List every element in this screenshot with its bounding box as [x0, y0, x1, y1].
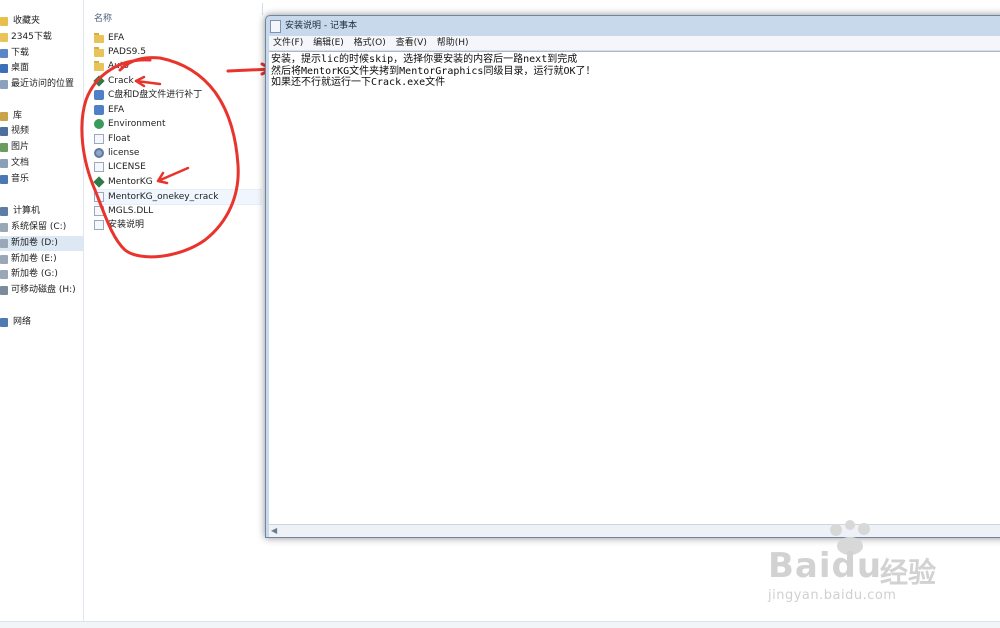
file-row[interactable]: PADS9.5 [94, 45, 262, 59]
folder-icon [0, 33, 8, 42]
navigation-pane: 收藏夹 2345下载 下载 桌面 最近访问的位置 库 视频 图片 文档 音乐 计… [0, 0, 84, 627]
file-row[interactable]: Crack [93, 74, 262, 88]
file-row[interactable]: MentorKG [93, 175, 262, 189]
file-list: 名称 EFA PADS9.5 Auto Crack C盘和D盘文件进行补丁 EF… [84, 0, 264, 627]
menu-edit[interactable]: 编辑(E) [313, 36, 344, 50]
baidu-watermark: Baidu 经验 jingyan.baidu.com [760, 520, 990, 610]
file-row[interactable]: license [94, 146, 262, 160]
nav-item-music[interactable]: 音乐 [0, 172, 83, 187]
folder-icon [94, 32, 104, 43]
nav-computer[interactable]: 计算机 [0, 204, 83, 219]
menu-format[interactable]: 格式(O) [354, 36, 386, 50]
drive-icon [0, 223, 8, 232]
window-title: 安装说明 - 记事本 [285, 21, 357, 31]
text-line: 然后将MentorKG文件夹拷到MentorGraphics同级目录，运行就OK… [271, 65, 596, 77]
menu-help[interactable]: 帮助(H) [437, 36, 469, 50]
file-row[interactable]: MGLS.DLL [94, 204, 262, 218]
document-icon [94, 206, 104, 216]
notepad-menu-bar: 文件(F) 编辑(E) 格式(O) 查看(V) 帮助(H) [269, 36, 1000, 51]
nav-libraries[interactable]: 库 [0, 109, 83, 124]
document-library-icon [0, 159, 8, 168]
folder-icon [94, 46, 104, 57]
text-line: 如果还不行就运行一下Crack.exe文件 [271, 77, 446, 88]
picture-icon [0, 143, 8, 152]
download-icon [0, 49, 8, 58]
nav-item-2345-downloads[interactable]: 2345下载 [0, 30, 83, 45]
drive-icon [0, 239, 8, 248]
notepad-icon [270, 19, 281, 33]
menu-file[interactable]: 文件(F) [273, 36, 303, 50]
nav-item-downloads[interactable]: 下载 [0, 46, 83, 61]
network-icon [0, 318, 8, 327]
nav-item-desktop[interactable]: 桌面 [0, 61, 83, 76]
watermark-brand: Baidu [768, 546, 883, 586]
watermark-url: jingyan.baidu.com [768, 588, 897, 603]
file-row[interactable]: Float [94, 132, 262, 146]
computer-icon [0, 207, 8, 216]
nav-favorites[interactable]: 收藏夹 [0, 14, 83, 29]
nav-item-drive-c[interactable]: 系统保留 (C:) [0, 220, 83, 235]
nav-item-pictures[interactable]: 图片 [0, 140, 83, 155]
file-row[interactable]: MentorKG_onekey_crack [94, 189, 262, 205]
usb-drive-icon [0, 286, 8, 295]
file-row[interactable]: LICENSE [94, 160, 262, 174]
document-icon [94, 134, 104, 144]
nav-item-drive-d[interactable]: 新加卷 (D:) [0, 236, 83, 251]
file-row[interactable]: EFA [94, 103, 262, 117]
column-header-name[interactable]: 名称 [94, 11, 112, 24]
nav-item-drive-g[interactable]: 新加卷 (G:) [0, 267, 83, 282]
notepad-window: 安装说明 - 记事本 文件(F) 编辑(E) 格式(O) 查看(V) 帮助(H)… [265, 15, 1000, 538]
star-icon [0, 17, 8, 26]
nav-item-drive-e[interactable]: 新加卷 (E:) [0, 252, 83, 267]
file-row[interactable]: 安装说明 [94, 218, 262, 232]
drive-icon [0, 270, 8, 279]
drive-icon [0, 255, 8, 264]
nav-network[interactable]: 网络 [0, 315, 83, 330]
notepad-title-bar[interactable]: 安装说明 - 记事本 [270, 17, 357, 35]
watermark-cn: 经验 [880, 556, 937, 589]
script-icon [94, 90, 104, 100]
document-icon [94, 220, 104, 230]
nav-item-videos[interactable]: 视频 [0, 124, 83, 139]
app-icon [94, 119, 104, 129]
app-icon [94, 105, 104, 115]
file-row[interactable]: EFA [94, 31, 262, 45]
text-line: 安装，提示lic的时候skip，选择你要安装的内容后一路next到完成 [271, 54, 578, 65]
settings-icon [94, 148, 104, 158]
file-row[interactable]: C盘和D盘文件进行补丁 [94, 88, 262, 102]
nav-item-documents[interactable]: 文档 [0, 156, 83, 171]
column-separator[interactable] [262, 3, 263, 15]
music-icon [0, 175, 8, 184]
desktop-icon [0, 64, 8, 73]
menu-view[interactable]: 查看(V) [396, 36, 427, 50]
exe-icon [93, 75, 105, 87]
file-row[interactable]: Environment [94, 117, 262, 131]
folder-icon [94, 60, 104, 71]
file-row[interactable]: Auto [94, 59, 262, 73]
nav-item-recent-places[interactable]: 最近访问的位置 [0, 77, 83, 92]
nav-item-drive-h[interactable]: 可移动磁盘 (H:) [0, 283, 83, 298]
scroll-left-arrow-icon[interactable]: ◀ [271, 525, 277, 537]
recent-icon [0, 80, 8, 89]
exe-icon [93, 176, 105, 188]
document-icon [94, 162, 104, 172]
document-icon [94, 192, 104, 202]
library-icon [0, 112, 8, 121]
video-icon [0, 127, 8, 136]
notepad-text-area[interactable]: 安装，提示lic的时候skip，选择你要安装的内容后一路next到完成 然后将M… [269, 51, 1000, 524]
